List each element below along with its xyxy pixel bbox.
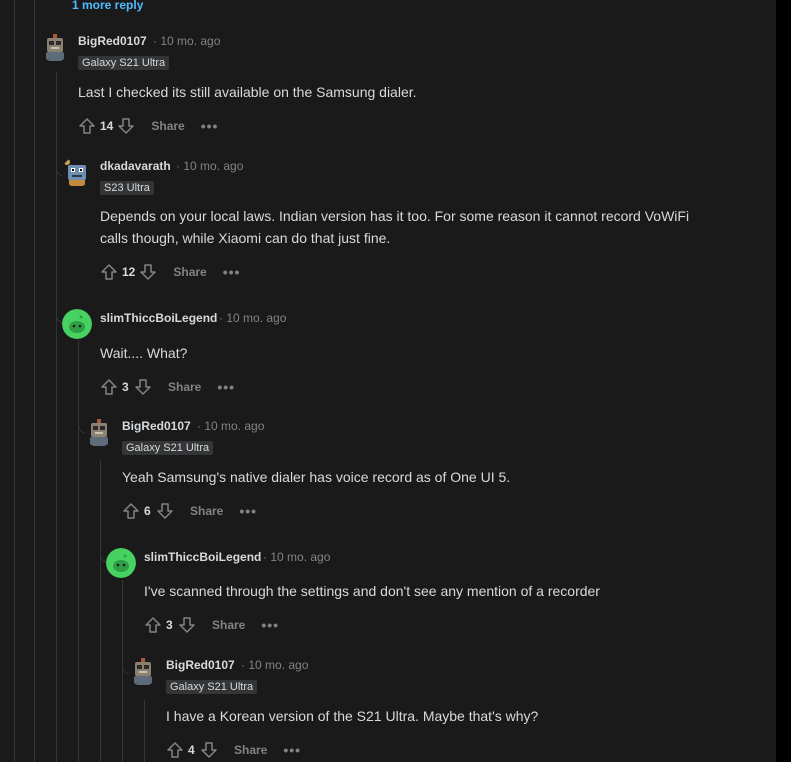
- user-flair: Galaxy S21 Ultra: [166, 680, 258, 694]
- comment-author[interactable]: slimThiccBoiLegend: [144, 550, 261, 564]
- comment-author[interactable]: dkadavarath: [100, 159, 171, 173]
- more-options-icon[interactable]: •••: [283, 742, 301, 758]
- comment-body: I have a Korean version of the S21 Ultra…: [166, 708, 539, 724]
- snoo-avatar-icon: [62, 309, 92, 339]
- comment-timestamp[interactable]: · 10 mo. ago: [153, 34, 220, 48]
- vote-count: 12: [122, 265, 136, 279]
- upvote-icon: [123, 503, 139, 519]
- user-flair: S23 Ultra: [100, 181, 154, 195]
- robot-avatar-icon: [128, 656, 158, 686]
- more-options-icon[interactable]: •••: [239, 503, 257, 519]
- vote-count: 14: [100, 119, 114, 133]
- upvote-button[interactable]: [98, 376, 120, 398]
- upvote-button[interactable]: [164, 739, 186, 761]
- comment-author[interactable]: BigRed0107: [122, 419, 191, 433]
- comment-timestamp[interactable]: · 10 mo. ago: [241, 658, 308, 672]
- comment-body: Depends on your local laws. Indian versi…: [100, 208, 690, 246]
- share-button[interactable]: Share: [190, 504, 223, 518]
- comment-actions: 4 Share •••: [164, 738, 301, 762]
- comment-author[interactable]: slimThiccBoiLegend: [100, 311, 217, 325]
- upvote-icon: [101, 379, 117, 395]
- comment: dkadavarath · 10 mo. ago S23 Ultra Depen…: [62, 157, 762, 287]
- comment-body: Wait.... What?: [100, 345, 188, 361]
- comment-body: Yeah Samsung's native dialer has voice r…: [122, 469, 511, 485]
- share-button[interactable]: Share: [234, 743, 267, 757]
- vote-count: 6: [144, 504, 151, 518]
- vote-count: 4: [188, 743, 195, 757]
- avatar[interactable]: [106, 548, 136, 578]
- share-button[interactable]: Share: [173, 265, 206, 279]
- downvote-icon: [140, 264, 157, 280]
- comment-actions: 6 Share •••: [120, 499, 257, 523]
- comment-timestamp[interactable]: · 10 mo. ago: [219, 311, 286, 325]
- more-options-icon[interactable]: •••: [261, 617, 279, 633]
- upvote-icon: [167, 742, 183, 758]
- robot-avatar-icon: [84, 417, 114, 447]
- downvote-button[interactable]: [154, 500, 176, 522]
- thread-line[interactable]: [78, 340, 79, 762]
- upvote-icon: [145, 617, 161, 633]
- comment: slimThiccBoiLegend · 10 mo. ago I've sca…: [106, 548, 766, 638]
- downvote-icon: [135, 379, 151, 395]
- upvote-button[interactable]: [142, 614, 164, 636]
- more-options-icon[interactable]: •••: [217, 379, 235, 395]
- downvote-button[interactable]: [115, 115, 137, 137]
- share-button[interactable]: Share: [212, 618, 245, 632]
- more-replies-link[interactable]: 1 more reply: [72, 0, 143, 12]
- downvote-button[interactable]: [198, 739, 220, 761]
- thread-line[interactable]: [56, 72, 57, 762]
- comment-author[interactable]: BigRed0107: [78, 34, 147, 48]
- snoo-avatar-icon: [106, 548, 136, 578]
- comment: BigRed0107 · 10 mo. ago Galaxy S21 Ultra…: [40, 32, 740, 142]
- upvote-icon: [101, 264, 117, 280]
- comment-timestamp[interactable]: · 10 mo. ago: [197, 419, 264, 433]
- comment-body: Last I checked its still available on th…: [78, 84, 417, 100]
- comment: BigRed0107 · 10 mo. ago Galaxy S21 Ultra…: [128, 656, 768, 762]
- avatar[interactable]: [40, 32, 70, 62]
- downvote-button[interactable]: [132, 376, 154, 398]
- downvote-icon: [157, 503, 173, 519]
- avatar[interactable]: [62, 157, 92, 187]
- comment-author[interactable]: BigRed0107: [166, 658, 235, 672]
- comment-actions: 3 Share •••: [98, 375, 235, 399]
- vote-count: 3: [122, 380, 129, 394]
- robot-avatar-icon: [40, 32, 70, 62]
- robot-avatar-icon: [62, 157, 92, 187]
- downvote-icon: [118, 118, 135, 134]
- upvote-button[interactable]: [120, 500, 142, 522]
- comment-body: I've scanned through the settings and do…: [144, 583, 600, 599]
- user-flair: Galaxy S21 Ultra: [122, 441, 214, 455]
- comment-actions: 14 Share •••: [76, 114, 218, 138]
- page-side-rail: [776, 0, 791, 762]
- thread-line[interactable]: [14, 0, 15, 762]
- comment-timestamp[interactable]: · 10 mo. ago: [176, 159, 243, 173]
- share-button[interactable]: Share: [168, 380, 201, 394]
- avatar[interactable]: [84, 417, 114, 447]
- downvote-button[interactable]: [176, 614, 198, 636]
- more-options-icon[interactable]: •••: [201, 118, 219, 134]
- upvote-button[interactable]: [98, 261, 120, 283]
- share-button[interactable]: Share: [151, 119, 184, 133]
- comment-actions: 12 Share •••: [98, 260, 240, 284]
- thread-line[interactable]: [34, 0, 35, 762]
- downvote-icon: [179, 617, 195, 633]
- avatar[interactable]: [128, 656, 158, 686]
- comment-actions: 3 Share •••: [142, 613, 279, 637]
- comment: BigRed0107 · 10 mo. ago Galaxy S21 Ultra…: [84, 417, 764, 527]
- downvote-icon: [201, 742, 217, 758]
- comment: slimThiccBoiLegend · 10 mo. ago Wait....…: [62, 309, 762, 399]
- avatar[interactable]: [62, 309, 92, 339]
- comment-panel: 1 more reply BigRed0107 · 10 mo. ago Gal…: [0, 0, 776, 762]
- upvote-icon: [79, 118, 95, 134]
- upvote-button[interactable]: [76, 115, 98, 137]
- user-flair: Galaxy S21 Ultra: [78, 56, 170, 70]
- more-options-icon[interactable]: •••: [223, 264, 241, 280]
- vote-count: 3: [166, 618, 173, 632]
- comment-timestamp[interactable]: · 10 mo. ago: [263, 550, 330, 564]
- downvote-button[interactable]: [137, 261, 159, 283]
